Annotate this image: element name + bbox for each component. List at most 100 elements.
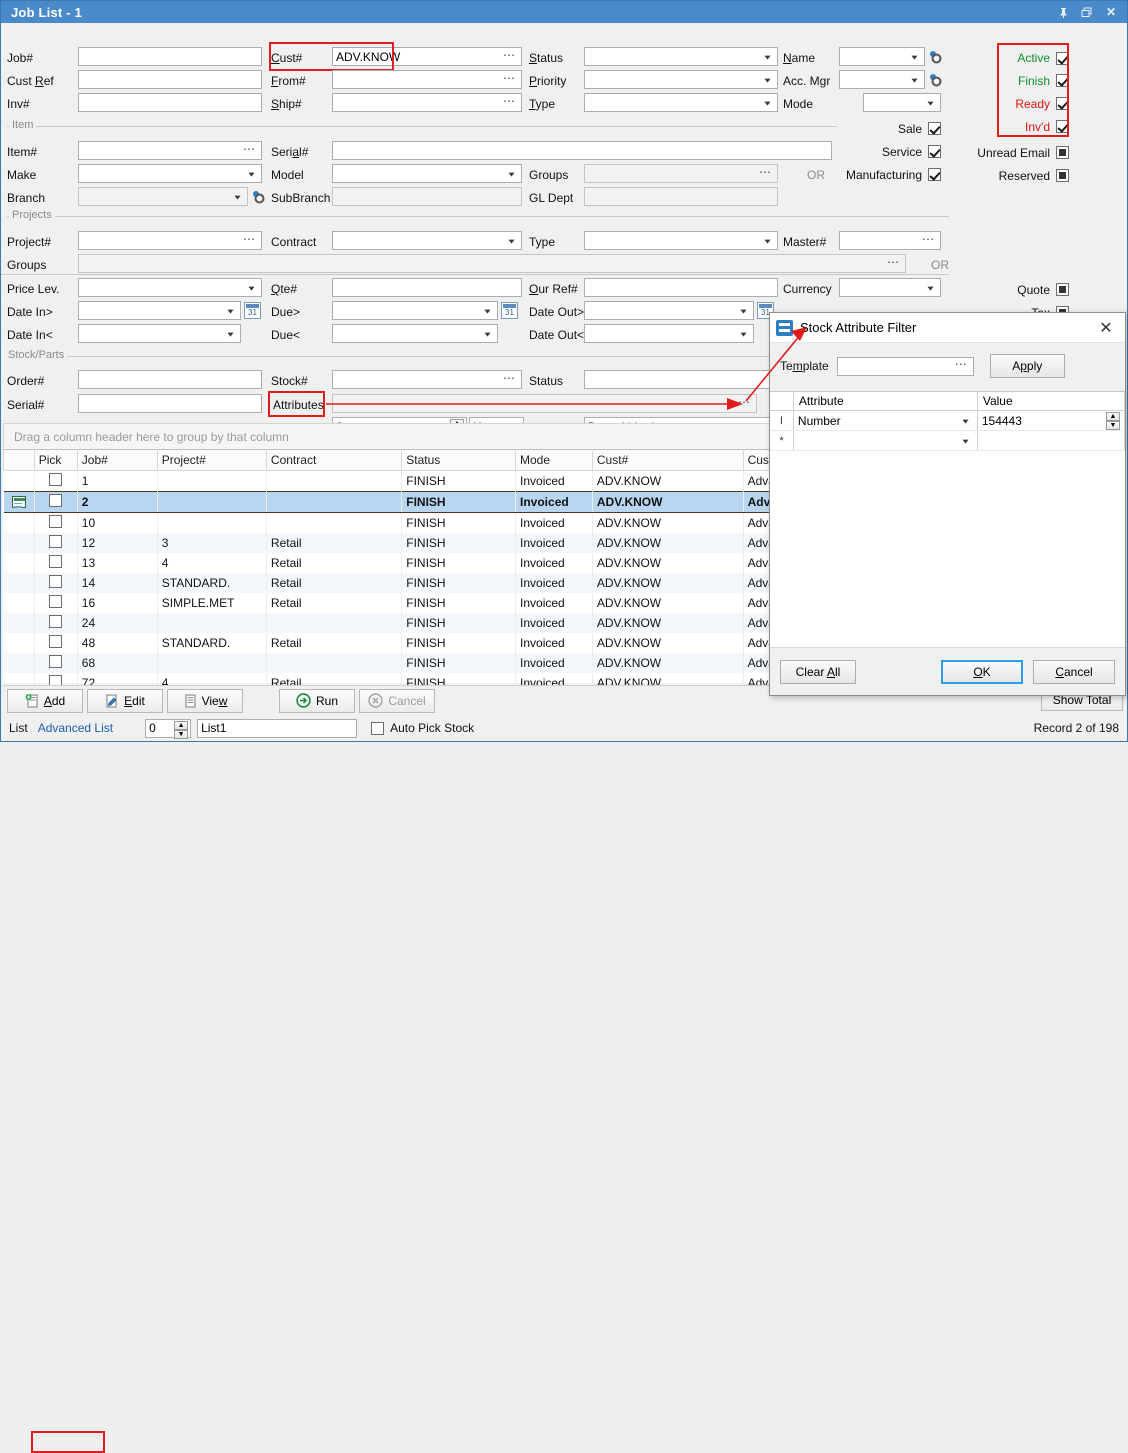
ok-button[interactable]: OK [941, 660, 1023, 684]
from-number-input[interactable]: ⋯ [332, 70, 522, 89]
chevron-down-icon[interactable] [244, 279, 259, 296]
master-number-input[interactable]: ⋯ [839, 231, 941, 250]
chevron-down-icon[interactable] [480, 325, 495, 342]
type-combo[interactable] [584, 93, 778, 112]
add-button[interactable]: Add [7, 689, 83, 713]
checkbox-ready[interactable] [1056, 97, 1069, 110]
attributes-column-header-value[interactable]: Value [978, 392, 1125, 410]
checkbox-pick[interactable] [49, 655, 62, 668]
template-input[interactable]: ⋯ [837, 357, 974, 376]
cust-ref-input[interactable] [78, 70, 262, 89]
checkbox-reserved[interactable] [1056, 169, 1069, 182]
attributes-new-row[interactable]: * [770, 431, 1125, 451]
attribute-value-stepper[interactable]: ▲▼ [1106, 412, 1120, 429]
make-combo[interactable] [78, 164, 262, 183]
pick-cell[interactable] [34, 633, 77, 653]
date-out-lt-combo[interactable] [584, 324, 754, 343]
chevron-down-icon[interactable] [958, 412, 973, 429]
subbranch-input[interactable] [332, 187, 522, 206]
checkbox-invd[interactable] [1056, 120, 1069, 133]
chevron-down-icon[interactable] [223, 302, 238, 319]
chevron-down-icon[interactable] [736, 302, 751, 319]
dialog-close-icon[interactable]: ✕ [1093, 318, 1119, 338]
serial-number-input[interactable] [332, 141, 832, 160]
pick-cell[interactable] [34, 593, 77, 613]
template-ellipsis-icon[interactable]: ⋯ [952, 359, 971, 373]
chevron-down-icon[interactable] [760, 94, 775, 111]
date-in-gt-combo[interactable] [78, 301, 241, 320]
new-attribute-name-combo[interactable] [794, 431, 978, 450]
checkbox-finish[interactable] [1056, 74, 1069, 87]
project-number-ellipsis-icon[interactable]: ⋯ [240, 234, 259, 248]
attributes-column-header-attribute[interactable]: Attribute [794, 392, 978, 410]
ship-number-ellipsis-icon[interactable]: ⋯ [500, 96, 519, 110]
acc-mgr-combo[interactable] [839, 70, 925, 89]
pick-cell[interactable] [34, 613, 77, 633]
attribute-value-input[interactable]: 154443 ▲▼ [978, 411, 1125, 430]
checkbox-pick[interactable] [49, 535, 62, 548]
order-number-input[interactable] [78, 370, 262, 389]
close-icon[interactable]: ✕ [1099, 2, 1123, 22]
priority-combo[interactable] [584, 70, 778, 89]
chevron-down-icon[interactable] [760, 48, 775, 65]
checkbox-service[interactable] [928, 145, 941, 158]
master-number-ellipsis-icon[interactable]: ⋯ [919, 234, 938, 248]
name-combo[interactable] [839, 47, 925, 66]
pick-cell[interactable] [34, 573, 77, 593]
pick-cell[interactable] [34, 513, 77, 534]
checkbox-pick[interactable] [49, 494, 62, 507]
attribute-name-combo[interactable]: Number [794, 411, 978, 430]
mode-combo[interactable] [863, 93, 941, 112]
chevron-down-icon[interactable] [923, 94, 938, 111]
price-lev-combo[interactable] [78, 278, 262, 297]
cust-number-ellipsis-icon[interactable]: ⋯ [500, 50, 519, 64]
checkbox-pick[interactable] [49, 595, 62, 608]
dialog-cancel-button[interactable]: Cancel [1033, 660, 1115, 684]
column-header-pick[interactable]: Pick [34, 450, 77, 471]
status-combo[interactable] [584, 47, 778, 66]
column-header-contract[interactable]: Contract [266, 450, 401, 471]
checkbox-unread-email[interactable] [1056, 146, 1069, 159]
attributes-ellipsis-icon[interactable]: ⋯ [735, 397, 754, 411]
currency-combo[interactable] [839, 278, 941, 297]
from-number-ellipsis-icon[interactable]: ⋯ [500, 73, 519, 87]
attributes-input[interactable]: ⋯ [332, 394, 757, 413]
list-name-input[interactable]: List1 [197, 719, 357, 738]
pick-cell[interactable] [34, 553, 77, 573]
gear-icon[interactable] [927, 48, 943, 65]
checkbox-active[interactable] [1056, 52, 1069, 65]
chevron-down-icon[interactable] [907, 48, 922, 65]
checkbox-manufacturing[interactable] [928, 168, 941, 181]
attributes-row[interactable]: I Number 154443 ▲▼ [770, 411, 1125, 431]
cust-number-input[interactable]: ADV.KNOW ⋯ [332, 47, 522, 66]
column-header-job-number[interactable]: Job# [77, 450, 157, 471]
checkbox-pick[interactable] [49, 515, 62, 528]
item-number-ellipsis-icon[interactable]: ⋯ [240, 144, 259, 158]
contract-combo[interactable] [332, 231, 522, 250]
item-groups-ellipsis-icon[interactable]: ⋯ [756, 167, 775, 181]
project-type-combo[interactable] [584, 231, 778, 250]
pick-cell[interactable] [34, 533, 77, 553]
column-header-cust-number[interactable]: Cust# [592, 450, 743, 471]
list-counter-stepper[interactable]: ▲▼ [174, 721, 188, 736]
checkbox-pick[interactable] [49, 473, 62, 486]
item-groups-input[interactable]: ⋯ [584, 164, 778, 183]
due-gt-combo[interactable] [332, 301, 498, 320]
our-ref-input[interactable] [584, 278, 778, 297]
new-attribute-value-input[interactable] [978, 431, 1125, 450]
view-button[interactable]: View [167, 689, 243, 713]
stock-number-ellipsis-icon[interactable]: ⋯ [500, 373, 519, 387]
pin-icon[interactable] [1051, 2, 1075, 22]
pick-cell[interactable] [34, 492, 77, 513]
chevron-down-icon[interactable] [504, 165, 519, 182]
chevron-down-icon[interactable] [504, 232, 519, 249]
chevron-down-icon[interactable] [923, 279, 938, 296]
advanced-list-link[interactable]: Advanced List [34, 719, 117, 737]
column-header-project-number[interactable]: Project# [157, 450, 266, 471]
stock-status-input[interactable] [584, 370, 778, 389]
gear-icon[interactable] [250, 188, 266, 205]
run-button[interactable]: Run [279, 689, 355, 713]
chevron-down-icon[interactable] [736, 325, 751, 342]
due-lt-combo[interactable] [332, 324, 498, 343]
list-counter-input[interactable]: 0 ▲▼ [145, 719, 191, 738]
